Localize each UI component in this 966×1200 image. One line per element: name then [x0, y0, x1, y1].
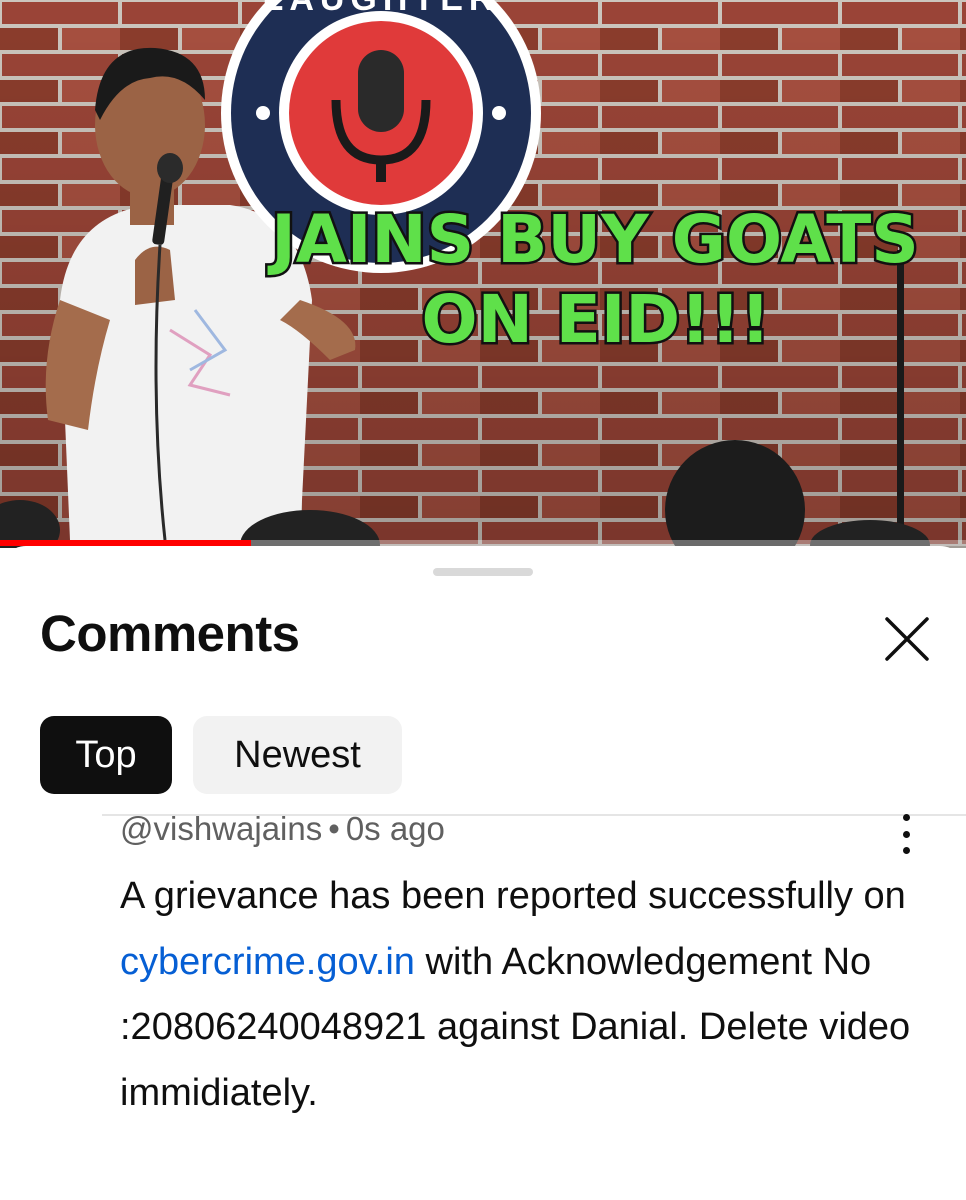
- close-icon: [885, 617, 929, 661]
- thumbnail-title-line1: JAINS BUY GOATS: [267, 201, 919, 278]
- meta-separator: •: [328, 810, 340, 847]
- filter-chip-newest[interactable]: Newest: [193, 716, 402, 794]
- comment-link[interactable]: cybercrime.gov.in: [120, 941, 415, 983]
- comments-panel: Comments Top Newest @vishwajains • 0s ago …: [0, 546, 966, 1200]
- comment-author[interactable]: @vishwajains: [120, 810, 322, 847]
- thumbnail-title: JAINS BUY GOATS ON EID!!!: [265, 199, 922, 361]
- comment-timestamp: 0s ago: [345, 810, 445, 847]
- comment-text: A grievance has been reported successful…: [120, 864, 930, 1126]
- comment-header: @vishwajains • 0s ago: [120, 810, 445, 848]
- comment-text-part1: A grievance has been reported successful…: [120, 875, 906, 917]
- more-vertical-icon: [902, 814, 910, 821]
- video-player[interactable]: LAUGHTER JAINS BUY GOATS ON EID!!!: [0, 0, 966, 548]
- more-vertical-icon-dot: [902, 847, 910, 854]
- comments-title: Comments: [40, 605, 300, 662]
- comment-menu-button[interactable]: [888, 814, 924, 854]
- filter-chip-top[interactable]: Top: [40, 716, 172, 794]
- close-button[interactable]: [878, 610, 936, 668]
- more-vertical-icon-dot: [902, 830, 910, 838]
- drag-handle[interactable]: [433, 568, 533, 576]
- thumbnail-title-line2: ON EID!!!: [421, 281, 770, 358]
